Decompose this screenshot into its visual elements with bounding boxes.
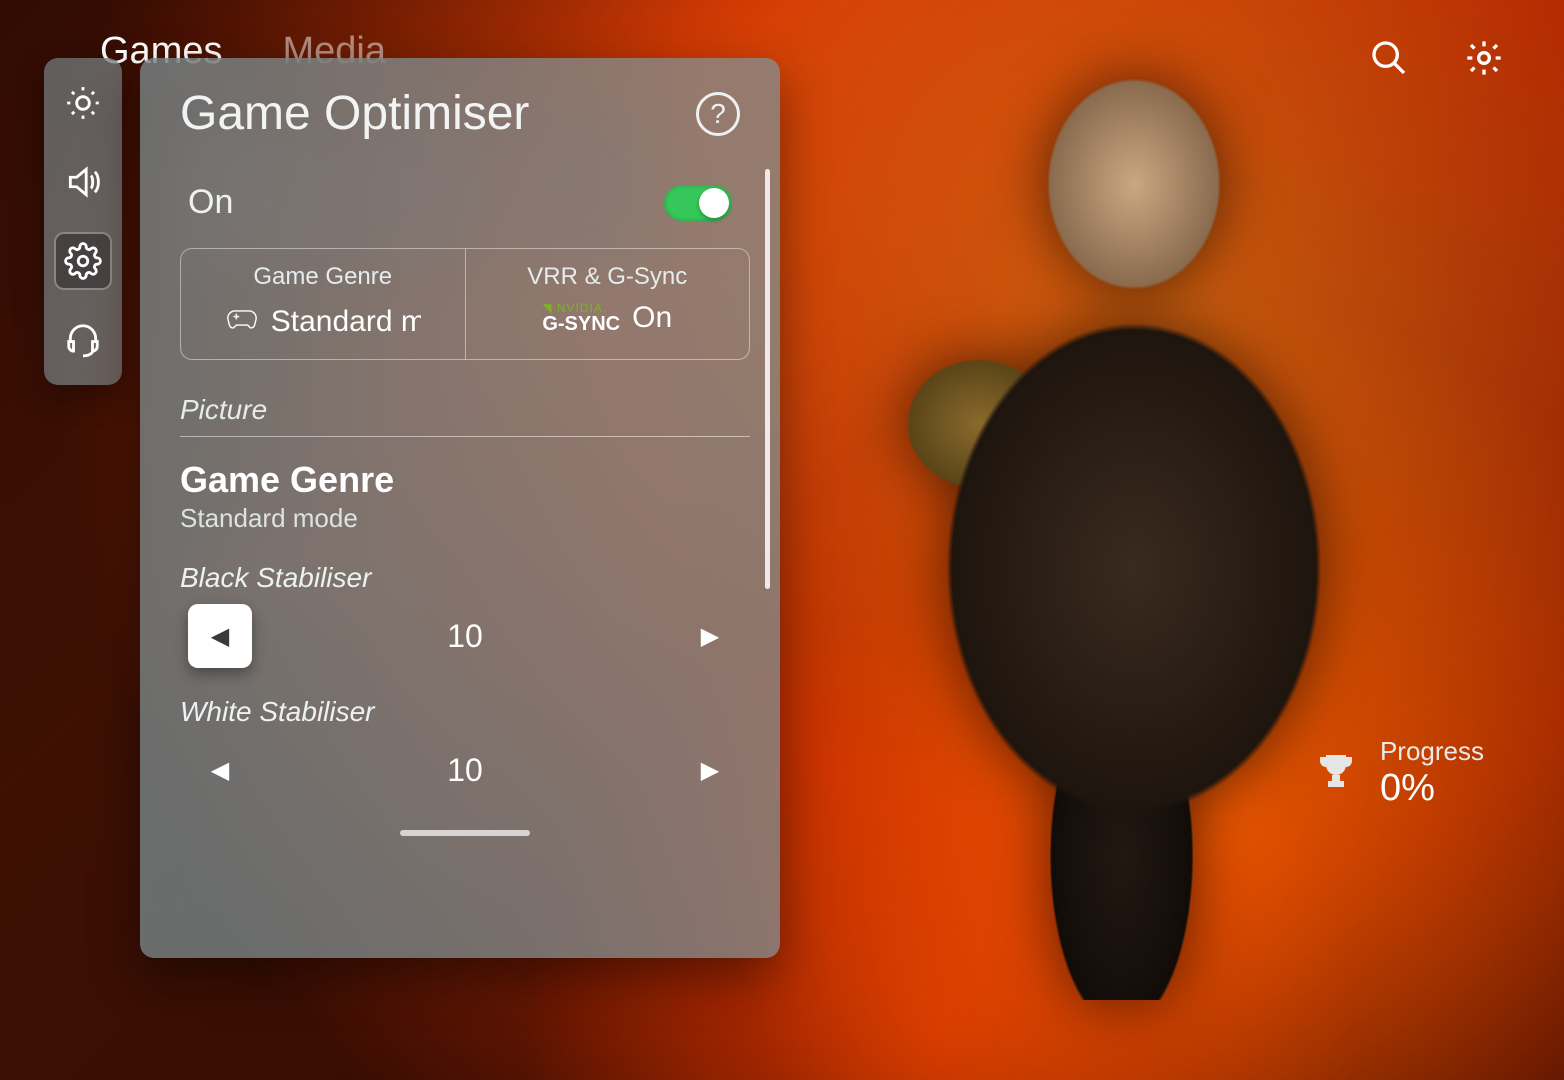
stepper-value: 10 — [447, 752, 483, 789]
panel-title: Game Optimiser — [180, 86, 529, 141]
panel-body: On Game Genre Standard m VRR & G-Sync NV… — [140, 159, 780, 958]
settings-gear-icon[interactable] — [1464, 38, 1504, 83]
card-heading: VRR & G-Sync — [484, 263, 732, 291]
chevron-left-icon: ◀ — [211, 622, 229, 651]
setting-white-stabiliser: White Stabiliser ◀ 10 ▶ — [180, 696, 750, 802]
gamepad-icon — [225, 301, 259, 343]
card-value: On — [632, 301, 672, 335]
chevron-left-icon: ◀ — [211, 756, 229, 785]
chevron-right-icon: ▶ — [701, 756, 719, 785]
info-card-vrr-gsync[interactable]: VRR & G-Sync NVIDIA. G-SYNC On — [465, 249, 750, 359]
setting-black-stabiliser: Black Stabiliser ◀ 10 ▶ — [180, 562, 750, 668]
card-heading: Game Genre — [199, 263, 447, 291]
white-stabiliser-stepper: ◀ 10 ▶ — [180, 738, 750, 802]
card-value: Standard m — [271, 305, 421, 339]
panel-scrollbar[interactable] — [765, 169, 770, 589]
game-character-art — [824, 40, 1444, 1000]
progress-badge: Progress 0% — [1312, 736, 1484, 810]
game-optimiser-panel: Game Optimiser ? On Game Genre Standard … — [140, 58, 780, 958]
setting-title: Game Genre — [180, 459, 750, 501]
sidebar-item-sound[interactable] — [56, 155, 110, 209]
section-title-picture: Picture — [180, 386, 750, 437]
stepper-value: 10 — [447, 618, 483, 655]
optimiser-toggle-row: On — [180, 159, 750, 248]
stepper-decrease-button[interactable]: ◀ — [188, 738, 252, 802]
chevron-right-icon: ▶ — [701, 622, 719, 651]
gsync-logo: NVIDIA. G-SYNC — [542, 302, 620, 334]
sidebar-item-settings[interactable] — [56, 234, 110, 288]
sidebar-item-brightness[interactable] — [56, 76, 110, 130]
sidebar-item-headset[interactable] — [56, 313, 110, 367]
progress-label: Progress — [1380, 736, 1484, 767]
stepper-decrease-button[interactable]: ◀ — [188, 604, 252, 668]
help-icon[interactable]: ? — [696, 92, 740, 136]
panel-drag-handle[interactable] — [400, 830, 530, 836]
progress-value: 0% — [1380, 767, 1484, 810]
setting-subtitle: Standard mode — [180, 503, 750, 534]
search-icon[interactable] — [1369, 38, 1409, 83]
toggle-label: On — [188, 183, 233, 222]
setting-game-genre[interactable]: Game Genre Standard mode — [180, 459, 750, 534]
stepper-increase-button[interactable]: ▶ — [678, 604, 742, 668]
sidebar — [44, 58, 122, 385]
panel-header: Game Optimiser ? — [140, 58, 780, 159]
setting-label: White Stabiliser — [180, 696, 750, 728]
stepper-increase-button[interactable]: ▶ — [678, 738, 742, 802]
info-card-game-genre[interactable]: Game Genre Standard m — [181, 249, 465, 359]
setting-label: Black Stabiliser — [180, 562, 750, 594]
info-cards: Game Genre Standard m VRR & G-Sync NVIDI… — [180, 248, 750, 360]
optimiser-toggle[interactable] — [664, 185, 732, 221]
trophy-icon — [1312, 747, 1360, 800]
black-stabiliser-stepper: ◀ 10 ▶ — [180, 604, 750, 668]
top-right-actions — [1369, 38, 1504, 83]
